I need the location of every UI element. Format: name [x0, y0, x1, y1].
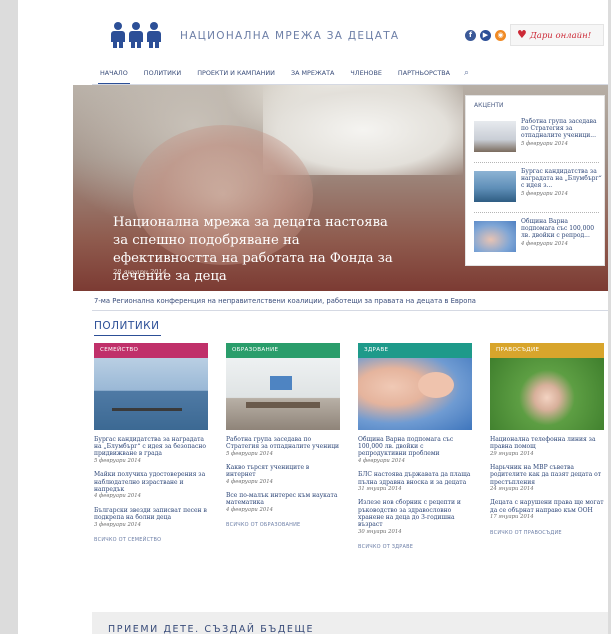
policy-article-title: Нарьчник на МВР съветва родителите как д… — [490, 464, 602, 486]
highlights-panel: АКЦЕНТИ Работна група заседава по Страте… — [465, 95, 605, 266]
highlight-thumbnail — [474, 171, 516, 202]
policy-article-date: 4 февруари 2014 — [94, 493, 142, 500]
policy-article-date: 3 февруари 2014 — [94, 521, 142, 528]
policy-more-link[interactable]: ВСИЧКО ОТ ПРАВОСЪДИЕ — [490, 530, 604, 536]
policy-article-date: 29 януари 2014 — [490, 450, 534, 457]
search-icon[interactable]: ⌕ — [458, 68, 475, 78]
highlight-thumbnail — [474, 221, 516, 252]
nav-item-projects[interactable]: ПРОЕКТИ И КАМПАНИИ — [189, 63, 283, 83]
policy-article-title: Какво търсят учениците в интернет — [226, 464, 310, 479]
policy-category-image[interactable] — [226, 358, 340, 430]
rss-icon[interactable]: ◉ — [495, 30, 506, 41]
policy-article-date: 24 януари 2014 — [490, 486, 534, 493]
policy-article-title: Община Варна подпомага със 100,000 лв. д… — [358, 436, 454, 458]
hero-date: 28 януари 2014 — [113, 268, 167, 276]
highlight-text: Община Варна подпомага със 100,000 лв. д… — [521, 218, 595, 240]
policy-article[interactable]: Все по-малък интерес към науката математ… — [226, 492, 340, 514]
logo-person-icon — [146, 22, 162, 48]
policy-more-link[interactable]: ВСИЧКО ОТ ОБРАЗОВАНИЕ — [226, 522, 340, 528]
site-logo[interactable] — [110, 22, 162, 48]
policy-article-title: Все по-малък интерес към науката математ… — [226, 492, 338, 507]
policy-article-date: 5 февруари 2014 — [94, 458, 142, 465]
policy-article-title: Национална телефонна линия за правна пом… — [490, 436, 596, 451]
site-title[interactable]: НАЦИОНАЛНА МРЕЖА ЗА ДЕЦАТА — [180, 30, 399, 42]
policy-article[interactable]: БЛС настоява държавата да плаща пълна зд… — [358, 471, 472, 493]
policy-category-image[interactable] — [490, 358, 604, 430]
policy-article-date: 30 януари 2014 — [358, 528, 402, 535]
policy-column-health: ЗДРАВЕ Община Варна подпомага със 100,00… — [358, 343, 472, 550]
policy-article-date: 4 февруари 2014 — [226, 479, 274, 486]
highlight-divider — [474, 162, 599, 163]
policies-section-title[interactable]: ПОЛИТИКИ — [94, 320, 161, 336]
main-nav: НАЧАЛО ПОЛИТИКИ ПРОЕКТИ И КАМПАНИИ ЗА МР… — [92, 63, 475, 85]
site-header: НАЦИОНАЛНА МРЕЖА ЗА ДЕЦАТА f ▶ ◉ ♥ Дари о… — [18, 0, 608, 60]
policy-article-title: Бургас кандидатства за наградата на „Блу… — [94, 436, 206, 458]
policy-category-label[interactable]: ОБРАЗОВАНИЕ — [226, 343, 340, 358]
news-ticker[interactable]: 7-ма Регионална конференция на неправите… — [92, 292, 608, 311]
policy-article[interactable]: Нарьчник на МВР съветва родителите как д… — [490, 464, 604, 493]
pier-shape — [112, 408, 182, 411]
policy-category-label[interactable]: ЗДРАВЕ — [358, 343, 472, 358]
highlight-divider — [474, 212, 599, 213]
highlight-thumbnail — [474, 121, 516, 152]
policy-category-label[interactable]: ПРАВОСЪДИЕ — [490, 343, 604, 358]
page: НАЦИОНАЛНА МРЕЖА ЗА ДЕЦАТА f ▶ ◉ ♥ Дари о… — [18, 0, 608, 634]
donate-label: Дари онлайн! — [529, 31, 592, 41]
policy-article-title: Работна група заседава по Стратегия за о… — [226, 436, 340, 451]
policy-article[interactable]: Децата с нарушени права ще могат да се о… — [490, 499, 604, 521]
highlight-date: 5 февруари 2014 — [521, 190, 569, 197]
highlight-text: Работна група заседава по Стратегия за о… — [521, 118, 597, 140]
youtube-icon[interactable]: ▶ — [480, 30, 491, 41]
nav-item-about[interactable]: ЗА МРЕЖАТА — [283, 63, 342, 83]
policy-article-date: 31 януари 2014 — [358, 486, 402, 493]
highlight-item[interactable]: Работна група заседава по Стратегия за о… — [474, 118, 602, 160]
policy-more-link[interactable]: ВСИЧКО ОТ СЕМЕЙСТВО — [94, 537, 208, 543]
policy-article[interactable]: Община Варна подпомага със 100,000 лв. д… — [358, 436, 472, 465]
policy-more-link[interactable]: ВСИЧКО ОТ ЗДРАВЕ — [358, 544, 472, 550]
highlight-item[interactable]: Община Варна подпомага със 100,000 лв. д… — [474, 218, 602, 260]
policy-column-education: ОБРАЗОВАНИЕ Работна група заседава по Ст… — [226, 343, 340, 528]
highlight-text: Бургас кандидатства за наградата на „Блу… — [521, 168, 602, 190]
social-links: f ▶ ◉ — [465, 30, 506, 41]
policy-article[interactable]: Излезе нов сборник с рецепти и ръководст… — [358, 499, 472, 536]
policy-article[interactable]: Майки получиха удостоверения за наблюдат… — [94, 471, 208, 500]
policy-column-justice: ПРАВОСЪДИЕ Национална телефонна линия за… — [490, 343, 604, 536]
table-shape — [246, 402, 320, 408]
policy-article-date: 4 февруари 2014 — [226, 507, 274, 514]
policy-column-family: СЕМЕЙСТВО Бургас кандидатства за награда… — [94, 343, 208, 543]
highlight-date: 5 февруари 2014 — [521, 140, 569, 147]
policy-article-date: 5 февруари 2014 — [226, 450, 274, 457]
policy-article-title: Излезе нов сборник с рецепти и ръководст… — [358, 499, 461, 529]
policy-category-label[interactable]: СЕМЕЙСТВО — [94, 343, 208, 358]
nav-item-members[interactable]: ЧЛЕНОВЕ — [342, 63, 389, 83]
policy-article[interactable]: Български звезди записват песен в подкре… — [94, 507, 208, 529]
policy-article-date: 17 януари 2014 — [490, 514, 534, 521]
highlights-title: АКЦЕНТИ — [474, 102, 504, 109]
logo-person-icon — [110, 22, 126, 48]
facebook-icon[interactable]: f — [465, 30, 476, 41]
highlight-date: 4 февруари 2014 — [521, 240, 569, 247]
highlight-item[interactable]: Бургас кандидатства за наградата на „Блу… — [474, 168, 602, 210]
adoption-banner-text: ПРИЕМИ ДЕТЕ. СЪЗДАЙ БЪДЕЩЕ — [108, 624, 315, 634]
nav-item-partnerships[interactable]: ПАРТНЬОРСТВА — [390, 63, 458, 83]
policy-article-title: Майки получиха удостоверения за наблюдат… — [94, 471, 206, 493]
policy-article-title: БЛС настоява държавата да плаща пълна зд… — [358, 471, 471, 486]
policy-article[interactable]: Какво търсят учениците в интернет 4 февру… — [226, 464, 340, 486]
nav-item-home[interactable]: НАЧАЛО — [92, 63, 136, 85]
nav-item-policies[interactable]: ПОЛИТИКИ — [136, 63, 189, 83]
logo-person-icon — [128, 22, 144, 48]
policy-article[interactable]: Работна група заседава по Стратегия за о… — [226, 436, 340, 458]
policy-article-date: 4 февруари 2014 — [358, 458, 406, 465]
policy-article-title: Децата с нарушени права ще могат да се о… — [490, 499, 604, 514]
adoption-banner[interactable]: ПРИЕМИ ДЕТЕ. СЪЗДАЙ БЪДЕЩЕ — [92, 612, 608, 634]
policy-category-image[interactable] — [358, 358, 472, 430]
policy-category-image[interactable] — [94, 358, 208, 430]
screen-shape — [270, 376, 292, 390]
policy-article[interactable]: Бургас кандидатства за наградата на „Блу… — [94, 436, 208, 465]
heart-icon: ♥ — [517, 28, 527, 41]
donate-button[interactable]: ♥ Дари онлайн! — [510, 24, 604, 46]
policy-article[interactable]: Национална телефонна линия за правна пом… — [490, 436, 604, 458]
baby-foot-shape — [418, 372, 454, 398]
policy-article-title: Български звезди записват песен в подкре… — [94, 506, 207, 521]
